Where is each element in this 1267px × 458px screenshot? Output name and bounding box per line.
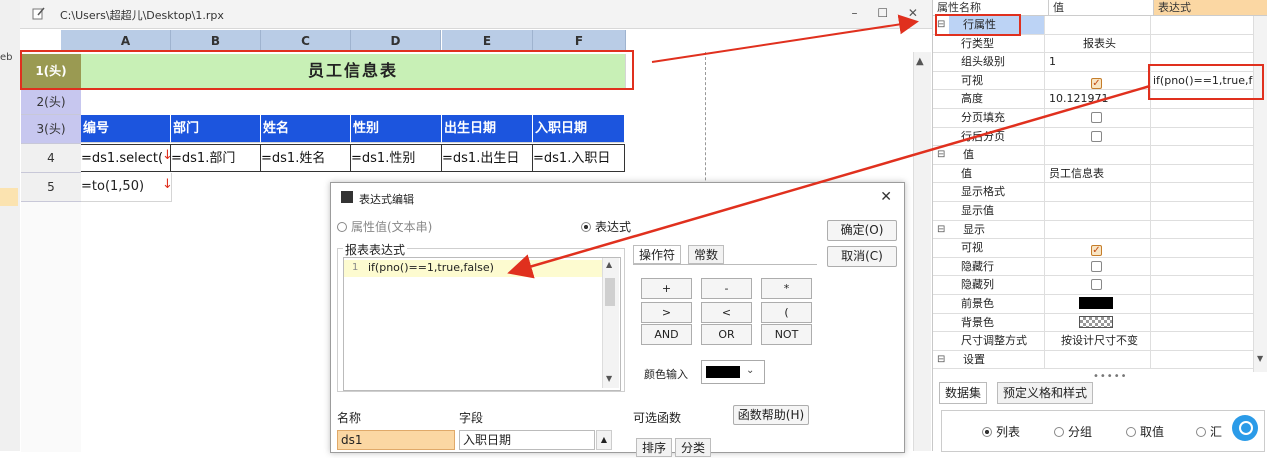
arrow-to-row-properties (651, 14, 919, 63)
arrow-to-expression-editor (507, 84, 1151, 279)
annotation-arrows (507, 14, 1151, 279)
